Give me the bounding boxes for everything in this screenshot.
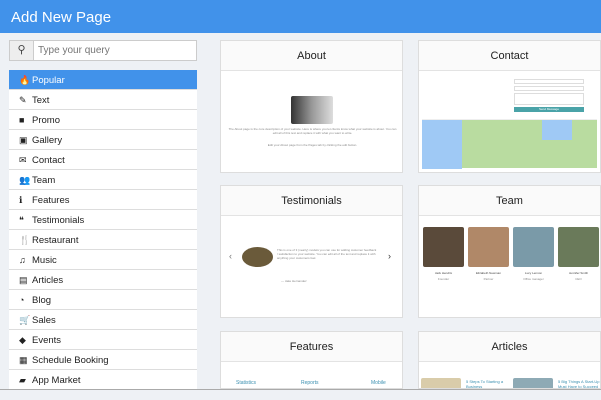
category-label: Restaurant [32, 235, 79, 246]
category-label: Music [32, 255, 57, 266]
category-list: 🔥 Popular ✎ Text ■ Promo ▣ Gallery ✉ Contact 👥 Team… [9, 70, 197, 390]
about-image [291, 96, 333, 124]
category-label: Articles [32, 275, 64, 286]
team-member-name: Jack Hendrix [434, 271, 453, 275]
category-label: Gallery [32, 135, 63, 146]
about-text: The About page is the core description o… [228, 127, 397, 135]
card-title: About [221, 41, 402, 71]
category-team[interactable]: 👥 Team [9, 170, 197, 190]
category-label: Contact [32, 155, 65, 166]
card-title: Team [419, 186, 600, 216]
category-label: Promo [32, 115, 60, 126]
chevron-left-icon: ‹ [229, 251, 232, 261]
category-label: Sales [32, 315, 56, 326]
testimonial-avatar [242, 247, 273, 267]
team-member-name: Lucy Lennon [524, 271, 543, 275]
calendar-icon: ▦ [19, 355, 28, 365]
category-music[interactable]: ♫ Music [9, 250, 197, 270]
cutlery-icon: 🍴 [19, 235, 31, 245]
team-photo [468, 227, 509, 267]
category-label: Events [32, 335, 62, 346]
team-member-role: Founder [437, 277, 450, 281]
feature-item: Mobile [371, 380, 386, 386]
category-schedule-booking[interactable]: ▦ Schedule Booking [9, 350, 197, 370]
category-label: App Market [32, 375, 81, 386]
category-contact[interactable]: ✉ Contact [9, 150, 197, 170]
team-photo [558, 227, 599, 267]
category-promo[interactable]: ■ Promo [9, 110, 197, 130]
email-field-preview [514, 86, 584, 91]
category-app-market[interactable]: ▰ App Market [9, 370, 197, 390]
category-text[interactable]: ✎ Text [9, 90, 197, 110]
rss-icon: ◔ [19, 295, 25, 305]
search-input[interactable] [34, 41, 194, 60]
template-card-about[interactable]: About The About page is the core descrip… [220, 40, 403, 173]
music-icon: ♫ [19, 255, 26, 265]
article-title: 5 Steps To Starting a Business [466, 379, 504, 389]
card-title: Testimonials [221, 186, 402, 216]
team-member-name: Jennifer Smith [568, 271, 589, 275]
template-card-contact[interactable]: Contact Send Message [418, 40, 601, 173]
category-label: Team [32, 175, 56, 186]
category-label: Features [32, 195, 70, 206]
team-member-role: Office manager [523, 277, 544, 281]
about-text-2: Edit your About page from the Pages tab … [267, 143, 358, 147]
envelope-icon: ✉ [19, 155, 27, 165]
template-card-team[interactable]: Team Jack Hendrix Founder Elizabeth Newm… [418, 185, 601, 318]
bag-icon: ▰ [19, 375, 26, 385]
team-photo [513, 227, 554, 267]
dialog-header: Add New Page [0, 0, 601, 33]
category-label: Testimonials [32, 215, 85, 226]
chevron-right-icon: › [388, 251, 391, 261]
dialog-title: Add New Page [11, 9, 112, 26]
team-member-role: CEO [575, 277, 582, 281]
category-gallery[interactable]: ▣ Gallery [9, 130, 197, 150]
category-features[interactable]: ℹ Features [9, 190, 197, 210]
search-box: ⚲ [9, 40, 197, 61]
category-label: Text [32, 95, 50, 106]
category-events[interactable]: ◆ Events [9, 330, 197, 350]
article-image [513, 378, 553, 388]
testimonial-quote: This is one of 3 (nearly) models you can… [277, 248, 377, 260]
category-testimonials[interactable]: ❝ Testimonials [9, 210, 197, 230]
category-label: Blog [32, 295, 52, 306]
map-preview [422, 119, 597, 169]
template-card-articles[interactable]: Articles 5 Steps To Starting a Business … [418, 331, 601, 389]
bottom-bar [0, 389, 601, 400]
category-articles[interactable]: ▤ Articles [9, 270, 197, 290]
card-title: Features [221, 332, 402, 362]
card-title: Articles [419, 332, 600, 362]
name-field-preview [514, 79, 584, 84]
ticket-icon: ◆ [19, 335, 26, 345]
article-image [421, 378, 461, 388]
search-icon[interactable]: ⚲ [10, 41, 34, 60]
article-title: 5 Big Things A Start-Up Must Have to Suc… [558, 379, 600, 389]
image-icon: ▣ [19, 135, 28, 145]
category-sales[interactable]: 🛒 Sales [9, 310, 197, 330]
send-button-preview: Send Message [514, 107, 584, 112]
template-card-features[interactable]: Features Statistics Reports Mobile [220, 331, 403, 389]
team-photo [423, 227, 464, 267]
fire-icon: 🔥 [19, 75, 31, 85]
category-label: Schedule Booking [32, 355, 109, 366]
message-field-preview [514, 93, 584, 105]
team-member-name: Elizabeth Newman [475, 271, 501, 275]
testimonial-author: — Jake Hernandez [281, 279, 307, 283]
file-icon: ▤ [19, 275, 28, 285]
category-restaurant[interactable]: 🍴 Restaurant [9, 230, 197, 250]
category-popular[interactable]: 🔥 Popular [9, 70, 197, 90]
cart-icon: 🛒 [19, 315, 31, 325]
comments-icon: ❝ [19, 215, 24, 225]
square-icon: ■ [19, 115, 25, 125]
users-icon: 👥 [19, 175, 31, 185]
feature-item: Reports [301, 380, 319, 386]
category-blog[interactable]: ◔ Blog [9, 290, 197, 310]
edit-icon: ✎ [19, 95, 27, 105]
team-member-role: Partner [483, 277, 494, 281]
info-icon: ℹ [19, 195, 23, 205]
template-card-testimonials[interactable]: Testimonials ‹ This is one of 3 (nearly)… [220, 185, 403, 318]
feature-item: Statistics [236, 380, 257, 386]
card-title: Contact [419, 41, 600, 71]
category-label: Popular [32, 75, 65, 86]
